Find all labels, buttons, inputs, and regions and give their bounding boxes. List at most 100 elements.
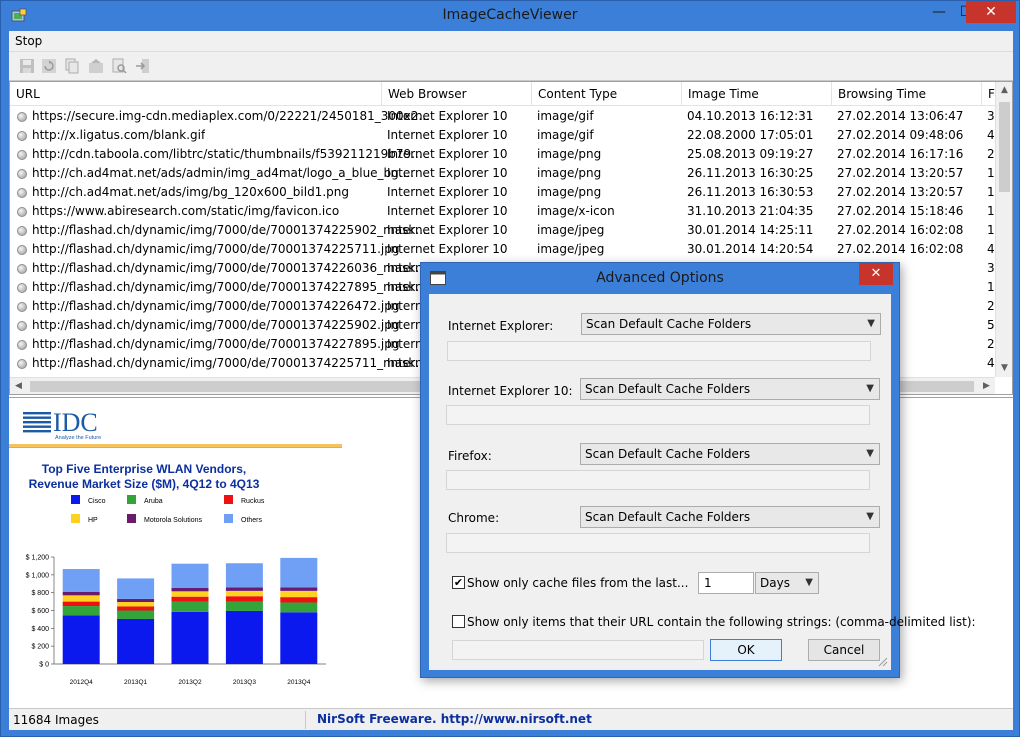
bar-segment [280, 557, 318, 588]
close-button[interactable]: ✕ [966, 1, 1016, 23]
status-dot-icon [17, 169, 27, 179]
last-period-unit-select[interactable]: Days ▼ [755, 572, 819, 594]
dialog-close-button[interactable]: ✕ [859, 263, 893, 285]
bar-segment [62, 591, 100, 596]
bar-segment [62, 615, 100, 664]
column-header-browsing-time[interactable]: Browsing Time [832, 82, 982, 106]
last-period-value-input[interactable]: 1 [698, 572, 754, 594]
firefox-cache-path-field[interactable] [446, 470, 870, 490]
column-header-url[interactable]: URL [10, 82, 382, 106]
table-cell: 25.08.2013 09:19:27 [687, 147, 814, 161]
bar-segment [280, 597, 318, 603]
resize-grip-icon[interactable] [876, 655, 888, 667]
table-cell: http://cdn.taboola.com/libtrc/static/thu… [32, 147, 423, 161]
status-dot-icon [17, 188, 27, 198]
table-cell: 22.08.2000 17:05:01 [687, 128, 814, 142]
last-period-unit-value: Days [760, 576, 790, 590]
bar-segment [225, 601, 263, 611]
ie10-cache-path-field[interactable] [446, 405, 870, 425]
status-dot-icon [17, 359, 27, 369]
status-dot-icon [17, 112, 27, 122]
table-cell: 27.02.2014 16:02:08 [837, 242, 964, 256]
table-cell: http://flashad.ch/dynamic/img/7000/de/70… [32, 337, 400, 351]
url-filter-label[interactable]: Show only items that their URL contain t… [467, 615, 976, 629]
table-row[interactable]: http://x.ligatus.com/blank.gif Internet E… [10, 126, 1002, 145]
legend-label: Motorola Solutions [144, 517, 202, 524]
properties-icon[interactable] [88, 58, 104, 74]
legend-label: Others [241, 517, 263, 524]
status-dot-icon [17, 226, 27, 236]
vertical-scrollbar[interactable]: ▲ ▼ [995, 82, 1012, 377]
column-header-image-time[interactable]: Image Time [682, 82, 832, 106]
url-filter-checkbox[interactable] [452, 615, 465, 628]
table-cell: http://flashad.ch/dynamic/img/7000/de/70… [32, 356, 431, 370]
table-row[interactable]: http://flashad.ch/dynamic/img/7000/de/70… [10, 221, 998, 240]
ie10-cache-select[interactable]: Scan Default Cache Folders ▼ [580, 378, 880, 400]
table-cell: https://secure.img-cdn.mediaplex.com/0/2… [32, 109, 430, 123]
table-row[interactable]: http://ch.ad4mat.net/ads/img/bg_120x600_… [10, 183, 998, 202]
nirsoft-link[interactable]: NirSoft Freeware. http://www.nirsoft.net [317, 712, 592, 726]
ie-cache-select-value: Scan Default Cache Folders [586, 317, 752, 331]
scroll-up-icon[interactable]: ▲ [996, 82, 1012, 99]
table-row[interactable]: http://ch.ad4mat.net/ads/admin/img_ad4ma… [10, 164, 998, 183]
table-cell: image/jpeg [537, 242, 605, 256]
x-tick-label: 2013Q4 [287, 679, 311, 686]
ie-cache-select[interactable]: Scan Default Cache Folders ▼ [581, 313, 881, 335]
table-cell: http://flashad.ch/dynamic/img/7000/de/70… [32, 242, 400, 256]
table-row[interactable]: http://flashad.ch/dynamic/img/7000/de/70… [10, 240, 998, 259]
y-tick-label: $ 800 [31, 590, 49, 597]
chart-title-line-2: Revenue Market Size ($M), 4Q12 to 4Q13 [29, 477, 260, 491]
scroll-down-icon[interactable]: ▼ [996, 360, 1012, 377]
table-cell: Internet Explorer 10 [387, 204, 508, 218]
scroll-right-icon[interactable]: ▶ [978, 378, 995, 394]
table-cell: http://ch.ad4mat.net/ads/admin/img_ad4ma… [32, 166, 415, 180]
column-header-web-browser[interactable]: Web Browser [382, 82, 532, 106]
scroll-left-icon[interactable]: ◀ [10, 378, 27, 394]
minimize-button[interactable]: — [924, 1, 954, 23]
dialog-title: Advanced Options [596, 270, 724, 286]
table-cell: 26.11.2013 16:30:25 [687, 166, 814, 180]
bar-segment [171, 587, 209, 592]
window-title: ImageCacheViewer [442, 7, 578, 23]
bar-segment [117, 606, 155, 611]
save-icon[interactable] [19, 58, 35, 74]
table-cell: image/png [537, 147, 602, 161]
table-cell: 27.02.2014 16:17:16 [837, 147, 964, 161]
last-period-checkbox[interactable]: ✔ [452, 576, 465, 589]
chrome-cache-select-value: Scan Default Cache Folders [585, 510, 751, 524]
copy-icon[interactable] [64, 58, 80, 74]
table-cell: 26.11.2013 16:30:53 [687, 185, 814, 199]
firefox-cache-select-value: Scan Default Cache Folders [585, 447, 751, 461]
table-row[interactable]: https://www.abiresearch.com/static/img/f… [10, 202, 998, 221]
find-icon[interactable] [111, 58, 127, 74]
chart-title-line-1: Top Five Enterprise WLAN Vendors, [42, 462, 246, 476]
bar-segment [171, 596, 209, 602]
table-row[interactable]: http://cdn.taboola.com/libtrc/static/thu… [10, 145, 1002, 164]
column-header-content-type[interactable]: Content Type [532, 82, 682, 106]
ie-label: Internet Explorer: [448, 319, 554, 333]
ok-button[interactable]: OK [710, 639, 782, 661]
table-cell: 04.10.2013 16:12:31 [687, 109, 814, 123]
y-tick-label: $ 200 [31, 644, 49, 651]
ie-cache-path-field[interactable] [447, 341, 871, 361]
menu-stop[interactable]: Stop [15, 34, 42, 48]
vertical-scroll-thumb[interactable] [999, 102, 1010, 192]
chrome-cache-select[interactable]: Scan Default Cache Folders ▼ [580, 506, 880, 528]
chrome-cache-path-field[interactable] [446, 533, 870, 553]
title-bar[interactable]: ImageCacheViewer — ☐ ✕ [1, 1, 1019, 31]
status-bar: 11684 Images NirSoft Freeware. http://ww… [9, 708, 1013, 730]
last-period-label[interactable]: Show only cache files from the last... [467, 576, 688, 590]
chevron-down-icon: ▼ [866, 383, 874, 394]
table-cell: http://flashad.ch/dynamic/img/7000/de/70… [32, 280, 431, 294]
refresh-icon[interactable] [41, 58, 57, 74]
table-cell: 31.10.2013 21:04:35 [687, 204, 814, 218]
table-cell: 30.01.2014 14:20:54 [687, 242, 814, 256]
exit-icon[interactable] [135, 58, 151, 74]
y-tick-label: $ 600 [31, 608, 49, 615]
url-filter-input[interactable] [452, 640, 704, 660]
status-dot-icon [17, 340, 27, 350]
table-row[interactable]: https://secure.img-cdn.mediaplex.com/0/2… [10, 107, 1002, 126]
firefox-cache-select[interactable]: Scan Default Cache Folders ▼ [580, 443, 880, 465]
bar-segment [280, 590, 318, 598]
cancel-button[interactable]: Cancel [808, 639, 880, 661]
